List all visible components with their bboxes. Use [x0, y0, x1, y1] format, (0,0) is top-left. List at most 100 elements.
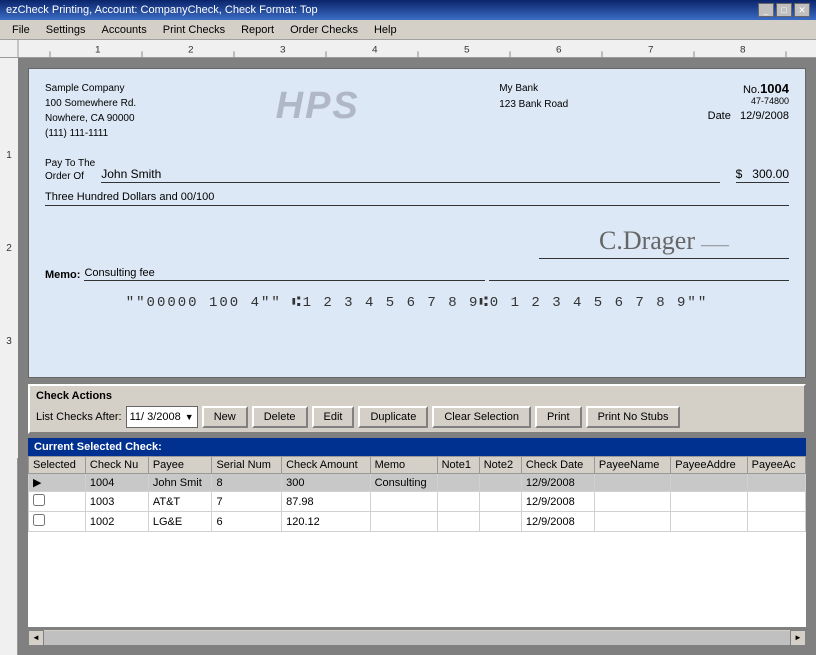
col-header-selected: Selected [29, 457, 86, 474]
col-header-amount: Check Amount [282, 457, 370, 474]
check-date: 12/9/2008 [740, 110, 789, 122]
title-bar: ezCheck Printing, Account: CompanyCheck,… [0, 0, 816, 20]
maximize-button[interactable]: □ [776, 3, 792, 17]
minimize-button[interactable]: _ [758, 3, 774, 17]
svg-text:3: 3 [6, 336, 12, 347]
check-num-1004: 1004 [85, 474, 148, 492]
signature: C.Drager —— [539, 226, 789, 259]
check-display-area: Sample Company 100 Somewhere Rd. Nowhere… [18, 58, 816, 655]
check-list-container[interactable]: Selected Check Nu Payee Serial Num Check… [28, 456, 806, 627]
payee-name: John Smith [101, 167, 719, 183]
row-checkbox-3[interactable] [29, 512, 86, 532]
check-num-1002: 1002 [85, 512, 148, 532]
serial-6: 6 [212, 512, 282, 532]
memo-row: Memo: Consulting fee [45, 267, 789, 281]
date-3: 12/9/2008 [521, 512, 594, 532]
table-row[interactable]: 1002 LG&E 6 120.12 12/9/2008 [29, 512, 806, 532]
menu-bar: File Settings Accounts Print Checks Repo… [0, 20, 816, 40]
date-dropdown[interactable]: 11/ 3/2008 ▼ [126, 406, 198, 428]
serial-8: 8 [212, 474, 282, 492]
current-check-label: Current Selected Check: [34, 441, 162, 453]
table-row[interactable]: 1003 AT&T 7 87.98 12/9/2008 [29, 492, 806, 512]
title-bar-text: ezCheck Printing, Account: CompanyCheck,… [6, 4, 318, 16]
amount-value: 300.00 [752, 167, 789, 181]
company-address: Sample Company 100 Somewhere Rd. Nowhere… [45, 81, 136, 141]
delete-button[interactable]: Delete [252, 406, 308, 428]
company-name: Sample Company [45, 81, 136, 96]
menu-print-checks[interactable]: Print Checks [155, 23, 233, 37]
close-button[interactable]: ✕ [794, 3, 810, 17]
svg-text:4: 4 [372, 45, 378, 56]
bottom-scrollbar: ◄ ► [28, 629, 806, 645]
company-phone: (111) 111-1111 [45, 126, 136, 141]
date-2: 12/9/2008 [521, 492, 594, 512]
checkbox-1002[interactable] [33, 514, 45, 526]
amount-87: 87.98 [282, 492, 370, 512]
dropdown-arrow-icon: ▼ [185, 412, 194, 422]
duplicate-button[interactable]: Duplicate [358, 406, 428, 428]
company-address2: Nowhere, CA 90000 [45, 111, 136, 126]
col-header-checknum: Check Nu [85, 457, 148, 474]
top-ruler: 1 2 3 4 5 6 7 8 [0, 40, 816, 58]
menu-help[interactable]: Help [366, 23, 405, 37]
scroll-right-button[interactable]: ► [790, 630, 806, 646]
amount-120: 120.12 [282, 512, 370, 532]
check-num-1003: 1003 [85, 492, 148, 512]
edit-button[interactable]: Edit [312, 406, 355, 428]
current-check-panel: Current Selected Check: [28, 438, 806, 456]
col-header-note1: Note1 [437, 457, 479, 474]
checkbox-1003[interactable] [33, 494, 45, 506]
menu-order-checks[interactable]: Order Checks [282, 23, 366, 37]
micr-line: ″″00000 100 4″″ ⑆1 2 3 4 5 6 7 8 9⑆0 1 2… [45, 295, 789, 311]
clear-selection-button[interactable]: Clear Selection [432, 406, 531, 428]
company-address1: 100 Somewhere Rd. [45, 96, 136, 111]
current-row-icon: ▶ [33, 477, 41, 489]
memo-consulting: Consulting [370, 474, 437, 492]
svg-text:3: 3 [280, 45, 286, 56]
serial-7: 7 [212, 492, 282, 512]
bank-info: My Bank 123 Bank Road [499, 81, 568, 113]
date-dropdown-value: 11/ 3/2008 [130, 411, 181, 423]
bank-name: My Bank [499, 81, 568, 97]
bank-address: 123 Bank Road [499, 97, 568, 113]
main-area: 1 2 3 Sample Company 100 Somewhere Rd. N… [0, 58, 816, 655]
print-no-stubs-button[interactable]: Print No Stubs [586, 406, 681, 428]
menu-report[interactable]: Report [233, 23, 282, 37]
row-checkbox-2[interactable] [29, 492, 86, 512]
scroll-track[interactable] [44, 631, 790, 645]
check-no-prefix: No. [743, 84, 760, 96]
check-number-area: No.1004 47-74800 Date 12/9/2008 [708, 81, 789, 141]
svg-text:1: 1 [6, 150, 12, 161]
col-header-payeeaddr: PayeeAddre [671, 457, 747, 474]
menu-settings[interactable]: Settings [38, 23, 94, 37]
svg-text:8: 8 [740, 45, 746, 56]
menu-accounts[interactable]: Accounts [93, 23, 154, 37]
date-label: Date [708, 110, 731, 122]
scroll-left-button[interactable]: ◄ [28, 630, 44, 646]
list-checks-label: List Checks After: [36, 411, 122, 423]
table-row[interactable]: ▶ 1004 John Smit 8 300 Consulting 12/9/2… [29, 474, 806, 492]
pay-to-row: Pay To TheOrder Of John Smith $ 300.00 [45, 157, 789, 183]
payee-lge: LG&E [148, 512, 212, 532]
check-table: Selected Check Nu Payee Serial Num Check… [28, 456, 806, 532]
col-header-payeename: PayeeName [594, 457, 670, 474]
print-button[interactable]: Print [535, 406, 582, 428]
svg-text:2: 2 [6, 243, 12, 254]
col-header-memo: Memo [370, 457, 437, 474]
menu-file[interactable]: File [4, 23, 38, 37]
check-paper: Sample Company 100 Somewhere Rd. Nowhere… [28, 68, 806, 378]
written-amount: Three Hundred Dollars and 00/100 [45, 191, 789, 206]
check-routing: 47-74800 [708, 96, 789, 106]
svg-text:1: 1 [95, 45, 101, 56]
amount-symbol: $ [736, 167, 743, 181]
col-header-note2: Note2 [479, 457, 521, 474]
date-1: 12/9/2008 [521, 474, 594, 492]
title-bar-buttons: _ □ ✕ [758, 3, 810, 17]
svg-text:7: 7 [648, 45, 654, 56]
new-button[interactable]: New [202, 406, 248, 428]
memo-value: Consulting fee [84, 267, 485, 281]
check-top-row: Sample Company 100 Somewhere Rd. Nowhere… [45, 81, 789, 141]
check-actions-panel: Check Actions List Checks After: 11/ 3/2… [28, 384, 806, 434]
amount-300: 300 [282, 474, 370, 492]
left-ruler: 1 2 3 [0, 58, 18, 655]
